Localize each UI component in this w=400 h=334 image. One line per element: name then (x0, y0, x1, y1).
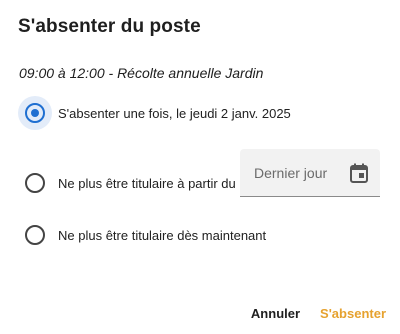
option-stop-from-date[interactable]: Ne plus être titulaire à partir du (18, 166, 236, 200)
radio-wrap (18, 218, 52, 252)
shift-description: 09:00 à 12:00 - Récolte annuelle Jardin (19, 65, 264, 81)
radio-stop-from-date[interactable] (25, 173, 45, 193)
last-day-date-field[interactable]: Dernier jour (240, 149, 380, 197)
option-stop-now[interactable]: Ne plus être titulaire dès maintenant (18, 218, 266, 252)
dialog-actions: Annuler S'absenter (251, 304, 386, 323)
calendar-icon[interactable] (350, 163, 368, 183)
radio-focus-halo (18, 96, 52, 130)
radio-absent-once[interactable] (25, 103, 45, 123)
option-absent-once-label: S'absenter une fois, le jeudi 2 janv. 20… (58, 105, 291, 121)
option-stop-now-label: Ne plus être titulaire dès maintenant (58, 227, 267, 243)
cancel-button[interactable]: Annuler (251, 304, 300, 323)
absence-dialog: S'absenter du poste 09:00 à 12:00 - Réco… (0, 0, 400, 334)
confirm-absence-button[interactable]: S'absenter (320, 304, 386, 323)
last-day-placeholder: Dernier jour (254, 164, 328, 181)
radio-stop-now[interactable] (25, 225, 45, 245)
option-absent-once[interactable]: S'absenter une fois, le jeudi 2 janv. 20… (18, 96, 291, 130)
radio-wrap (18, 166, 52, 200)
dialog-title: S'absenter du poste (18, 16, 201, 37)
option-stop-from-date-label: Ne plus être titulaire à partir du (58, 175, 236, 191)
